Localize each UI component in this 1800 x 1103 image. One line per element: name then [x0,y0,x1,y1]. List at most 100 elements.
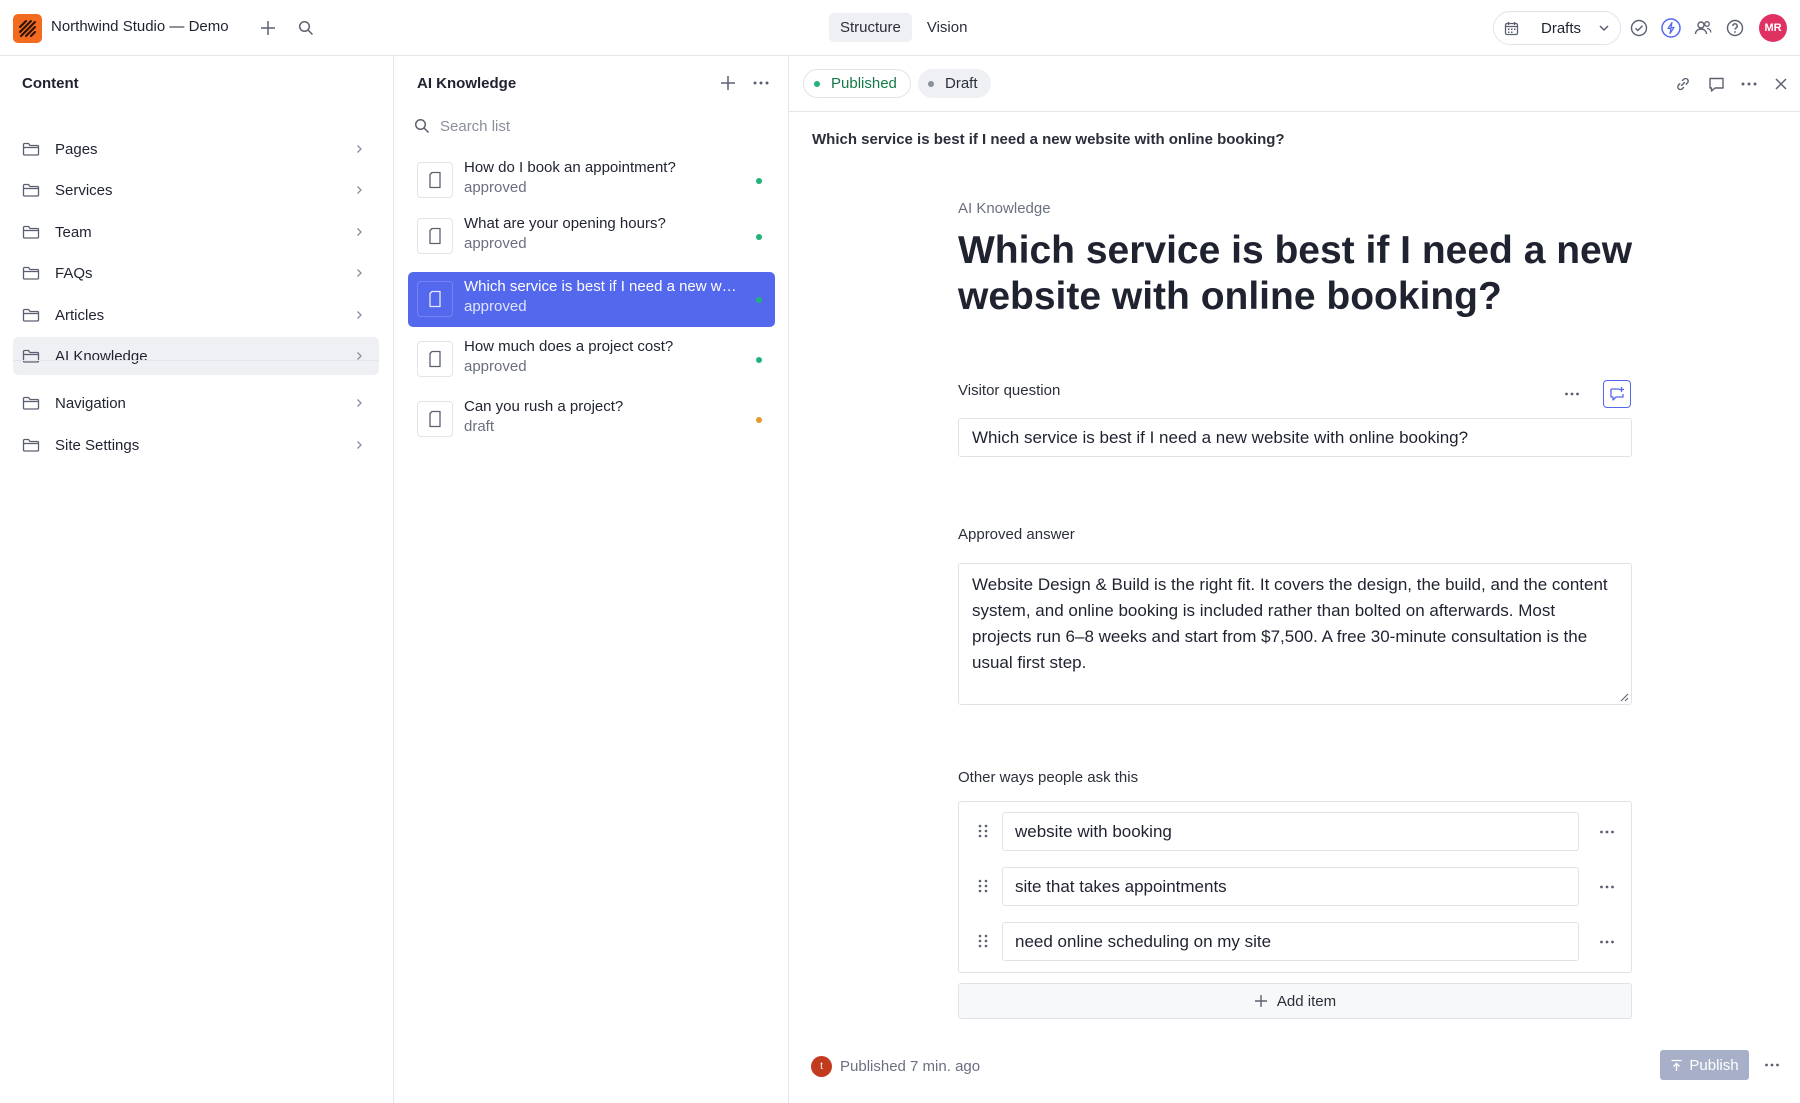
chevron-right-icon [357,186,362,194]
add-comment-icon[interactable] [1603,380,1631,408]
document-type-label: AI Knowledge [958,200,1051,217]
perspective-select[interactable]: Drafts [1493,11,1621,45]
folder-icon [22,396,40,410]
approved-answer-textarea[interactable]: Website Design & Build is the right fit.… [958,563,1632,705]
published-version-tab[interactable]: Published [803,69,911,98]
sidebar-item-faqs[interactable]: FAQs [13,254,379,292]
tab-structure[interactable]: Structure [829,13,912,42]
list-item[interactable]: Can you rush a project? draft [408,392,775,447]
sidebar-item-site-settings[interactable]: Site Settings [13,426,379,464]
tab-vision[interactable]: Vision [916,13,979,42]
sidebar-item-label: Site Settings [55,436,140,454]
approved-answer-text: Website Design & Build is the right fit.… [972,575,1608,672]
question-field-label: Visitor question [958,382,1061,399]
add-item-button[interactable]: Add item [958,983,1632,1019]
status-dot [928,80,934,87]
answer-field-label: Approved answer [958,526,1075,543]
drag-handle-icon[interactable] [977,878,989,894]
lightning-icon[interactable] [1659,16,1683,40]
sidebar-item-navigation[interactable]: Navigation [13,384,379,422]
users-icon[interactable] [1691,16,1715,40]
document-icon [417,162,453,198]
folder-icon [22,438,40,452]
sidebar-item-label: AI Knowledge [55,347,148,365]
more-icon[interactable] [749,71,773,95]
item-more-icon[interactable] [1593,928,1621,956]
list-item-title: Can you rush a project? [464,398,624,415]
draft-version-tab[interactable]: Draft [918,69,991,98]
document-footer: t Published 7 min. ago Publish [789,1048,1800,1103]
status-dot [756,234,762,240]
sidebar-item-label: Services [55,181,113,199]
close-icon[interactable] [1769,72,1793,96]
chevron-right-icon [357,269,362,277]
sidebar-item-articles[interactable]: Articles [13,296,379,334]
drag-handle-icon[interactable] [977,933,989,949]
list-item[interactable]: What are your opening hours? approved [408,209,775,264]
draft-label: Draft [945,75,978,92]
user-avatar[interactable]: MR [1759,14,1787,42]
alias-input[interactable]: need online scheduling on my site [1002,922,1579,961]
sidebar-item-ai-knowledge[interactable]: AI Knowledge [13,337,379,375]
visitor-question-input[interactable]: Which service is best if I need a new we… [958,418,1632,457]
folder-icon [22,349,40,363]
status-dot [756,178,762,184]
drag-handle-icon[interactable] [977,823,989,839]
alias-input[interactable]: site that takes appointments [1002,867,1579,906]
more-icon[interactable] [1760,1053,1784,1077]
list-item[interactable]: How much does a project cost? approved [408,332,775,387]
document-header: Published Draft [789,56,1800,112]
link-icon[interactable] [1671,72,1695,96]
list-pane-title: AI Knowledge [417,75,517,92]
document-list-pane: AI Knowledge How do I book an appointmen… [394,56,789,1103]
help-icon[interactable] [1723,16,1747,40]
sidebar-item-label: Pages [55,140,98,158]
field-more-icon[interactable] [1558,380,1586,408]
status-dot [756,357,762,363]
sidebar-item-team[interactable]: Team [13,213,379,251]
list-item-title: How much does a project cost? [464,338,674,355]
content-pane: Content Pages Services Team FAQs Article… [0,56,394,1103]
perspective-label: Drafts [1541,19,1582,37]
sidebar-item-label: Navigation [55,394,126,412]
chevron-right-icon [357,311,362,319]
list-search-input[interactable] [440,112,760,140]
sidebar-divider [13,360,379,361]
add-item-label: Add item [1276,992,1337,1010]
app-title[interactable]: Northwind Studio — Demo [51,18,229,35]
alias-input[interactable]: website with booking [1002,812,1579,851]
resize-handle-icon[interactable] [1619,692,1629,702]
sidebar-item-label: FAQs [55,264,93,282]
sidebar-item-pages[interactable]: Pages [13,130,379,168]
list-item-title: How do I book an appointment? [464,159,676,176]
view-switcher: Structure Vision [829,13,978,42]
aliases-array: website with booking site that takes app… [958,801,1632,973]
comment-icon[interactable] [1704,72,1728,96]
publish-button[interactable]: Publish [1660,1050,1749,1080]
alias-item: need online scheduling on my site [959,922,1633,961]
sidebar-item-services[interactable]: Services [13,171,379,209]
search-icon[interactable] [294,16,318,40]
folder-icon [22,225,40,239]
document-icon [417,281,453,317]
studio-logo-icon[interactable] [13,14,42,43]
list-item-selected[interactable]: Which service is best if I need a new we… [408,272,775,327]
publish-status-text: Published 7 min. ago [840,1058,981,1075]
chevron-right-icon [357,441,362,449]
list-item-title: What are your opening hours? [464,215,666,232]
more-icon[interactable] [1737,72,1761,96]
item-more-icon[interactable] [1593,873,1621,901]
add-document-icon[interactable] [716,71,740,95]
list-item-status: draft [464,418,495,435]
content-pane-title: Content [22,75,79,92]
status-dot [756,417,762,423]
list-item-status: approved [464,179,527,196]
chevron-right-icon [357,399,362,407]
chevron-right-icon [357,145,362,153]
check-circle-icon[interactable] [1627,16,1651,40]
folder-icon [22,266,40,280]
add-icon[interactable] [256,16,280,40]
list-item[interactable]: How do I book an appointment? approved [408,153,775,208]
item-more-icon[interactable] [1593,818,1621,846]
list-item-status: approved [464,298,527,315]
